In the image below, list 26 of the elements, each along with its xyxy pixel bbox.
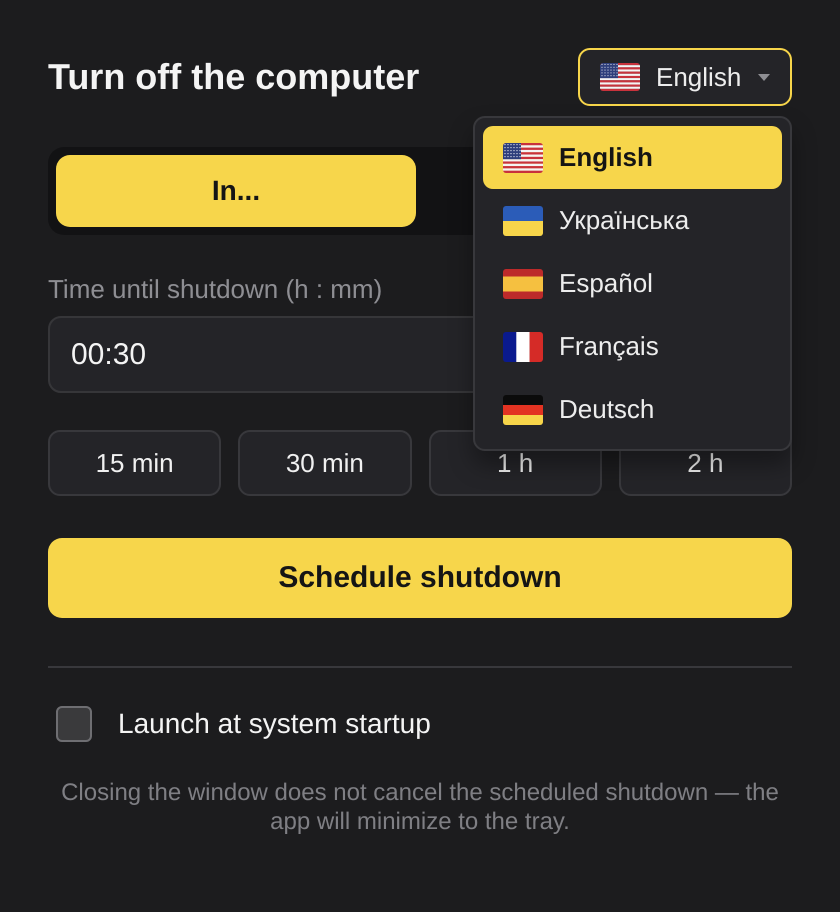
language-name: Українська (559, 205, 690, 236)
tray-note: Closing the window does not cancel the scheduled shutdown — the app will minimize to the tray. (60, 778, 780, 836)
language-name: Français (559, 331, 659, 362)
mode-tab[interactable]: In... (56, 155, 416, 227)
language-option[interactable]: Français (483, 315, 782, 378)
france-flag-icon (503, 332, 543, 362)
time-field-label: Time until shutdown (h : mm) (48, 275, 382, 303)
language-option[interactable]: Українська (483, 189, 782, 252)
preset-button[interactable]: 30 min (238, 430, 412, 496)
spain-flag-icon (503, 268, 543, 298)
language-select[interactable]: English (578, 48, 792, 106)
us-flag-icon (503, 142, 543, 172)
language-name: English (559, 142, 653, 173)
language-option[interactable]: English (483, 126, 782, 189)
language-name: Deutsch (559, 394, 654, 425)
germany-flag-icon (503, 394, 543, 424)
language-name: Español (559, 268, 653, 299)
caret-icon (758, 74, 770, 80)
ukraine-flag-icon (503, 206, 543, 236)
startup-label: Launch at system startup (118, 708, 431, 740)
schedule-button[interactable]: Schedule shutdown (48, 538, 792, 618)
page-title: Turn off the computer (48, 56, 420, 98)
language-option[interactable]: Español (483, 252, 782, 315)
preset-button[interactable]: 15 min (48, 430, 222, 496)
startup-checkbox[interactable] (56, 706, 92, 742)
us-flag-icon (600, 63, 640, 91)
